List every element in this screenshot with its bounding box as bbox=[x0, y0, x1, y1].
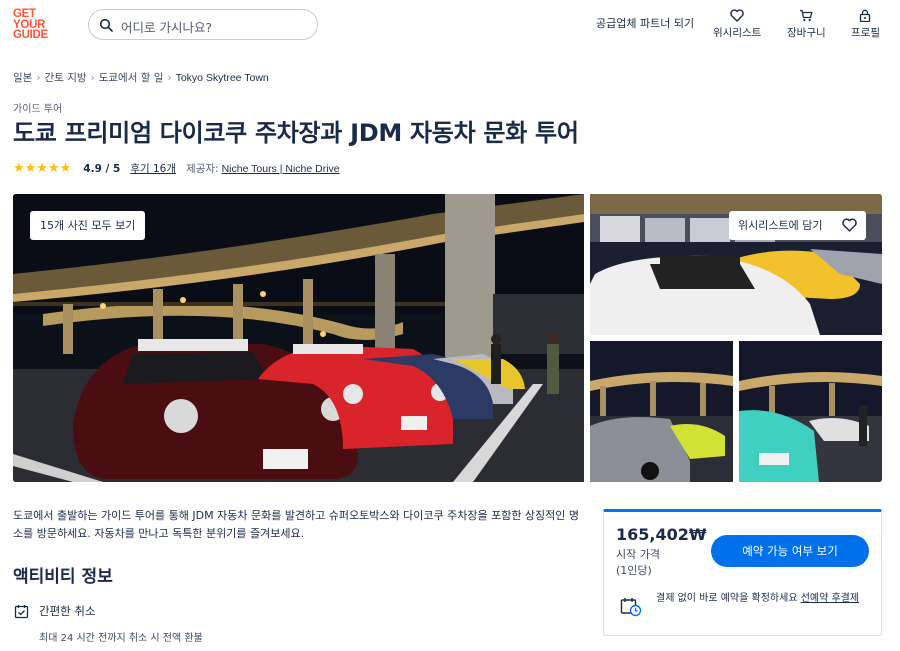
page-title: 도쿄 프리미엄 다이코쿠 주차장과 JDM 자동차 문화 투어 bbox=[13, 119, 579, 147]
partner-link[interactable]: 공급업체 파트너 되기 bbox=[596, 15, 694, 31]
reviews-link[interactable]: 후기 16개 bbox=[130, 161, 176, 176]
provider-label: 제공자: bbox=[186, 163, 219, 175]
add-to-wishlist-label: 위시리스트에 담기 bbox=[738, 219, 823, 232]
rating-row: ★★★★★ 4.9 / 5 후기 16개 제공자: Niche Tours | … bbox=[13, 161, 340, 176]
breadcrumb-item-japan[interactable]: 일본 bbox=[13, 72, 32, 84]
search-input[interactable]: 어디로 가시나요? bbox=[88, 9, 318, 40]
nav-profile-label: 프로필 bbox=[851, 27, 880, 39]
breadcrumb-item-kanto[interactable]: 간토 지방 bbox=[45, 72, 87, 84]
search-icon bbox=[99, 18, 113, 32]
logo-line-3: GUIDE bbox=[13, 29, 48, 41]
check-availability-button[interactable]: 예약 가능 여부 보기 bbox=[711, 535, 869, 567]
breadcrumb-separator: › bbox=[36, 72, 41, 84]
search-placeholder: 어디로 가시나요? bbox=[121, 20, 213, 35]
view-all-photos-button[interactable]: 15개 사진 모두 보기 bbox=[30, 211, 146, 240]
nav-cart[interactable]: 장바구니 bbox=[787, 9, 826, 40]
activity-description: 도쿄에서 출발하는 가이드 투어를 통해 JDM 자동차 문화를 발견하고 슈퍼… bbox=[13, 509, 580, 540]
nav-wishlist-label: 위시리스트 bbox=[713, 27, 762, 39]
breadcrumb-item-current[interactable]: Tokyo Skytree Town bbox=[176, 72, 269, 84]
profile-lock-icon bbox=[860, 9, 871, 22]
reserve-now-pay-later-note: 결제 없이 바로 예약을 확정하세요 선예약 후결제 bbox=[656, 591, 876, 606]
nav-cart-label: 장바구니 bbox=[787, 27, 826, 39]
nav-wishlist[interactable]: 위시리스트 bbox=[713, 9, 761, 40]
skyline-car-photo bbox=[590, 341, 733, 482]
header: GET YOUR GUIDE 어디로 가시나요? 공급업체 파트너 되기 위시리… bbox=[0, 0, 900, 52]
breadcrumb-item-tokyo[interactable]: 도쿄에서 할 일 bbox=[99, 72, 164, 84]
logo[interactable]: GET YOUR GUIDE bbox=[13, 9, 55, 41]
free-cancellation: 간편한 취소 bbox=[14, 603, 96, 619]
price-caption: 시작 가격 (1인당) bbox=[616, 547, 660, 579]
breadcrumb-separator: › bbox=[167, 72, 172, 84]
free-cancellation-title: 간편한 취소 bbox=[39, 604, 96, 618]
price-label: 시작 가격 bbox=[616, 548, 660, 561]
booking-card: 165,402₩ 시작 가격 (1인당) 예약 가능 여부 보기 결제 없이 바… bbox=[603, 509, 882, 636]
heart-icon bbox=[730, 9, 744, 22]
per-person-label: (1인당) bbox=[616, 564, 652, 577]
free-cancellation-detail: 최대 24 시간 전까지 취소 시 전액 환불 bbox=[39, 633, 203, 644]
activity-info-title: 액티비티 정보 bbox=[13, 567, 113, 587]
cart-icon bbox=[800, 9, 813, 22]
provider-link[interactable]: Niche Tours | Niche Drive bbox=[222, 163, 340, 175]
nav-profile[interactable]: 프로필 bbox=[851, 9, 880, 40]
rating-stars: ★★★★★ bbox=[13, 161, 72, 176]
heart-icon bbox=[842, 218, 857, 232]
logo-line-1: GET bbox=[13, 8, 36, 20]
gallery-photo-bottom-left[interactable] bbox=[590, 341, 733, 482]
price: 165,402₩ bbox=[616, 525, 707, 544]
calendar-clock-icon bbox=[620, 598, 642, 617]
gallery-photo-bottom-right[interactable] bbox=[739, 341, 882, 482]
calendar-check-icon bbox=[14, 604, 29, 618]
breadcrumb-separator: › bbox=[90, 72, 95, 84]
rating-value: 4.9 / 5 bbox=[83, 162, 121, 175]
teal-car-photo bbox=[739, 341, 882, 482]
add-to-wishlist-button[interactable]: 위시리스트에 담기 bbox=[729, 211, 866, 240]
reserve-note-text: 결제 없이 바로 예약을 확정하세요 bbox=[656, 593, 798, 604]
breadcrumb: 일본 › 간토 지방 › 도쿄에서 할 일 › Tokyo Skytree Town bbox=[13, 70, 269, 85]
reserve-now-pay-later-link[interactable]: 선예약 후결제 bbox=[801, 593, 859, 604]
